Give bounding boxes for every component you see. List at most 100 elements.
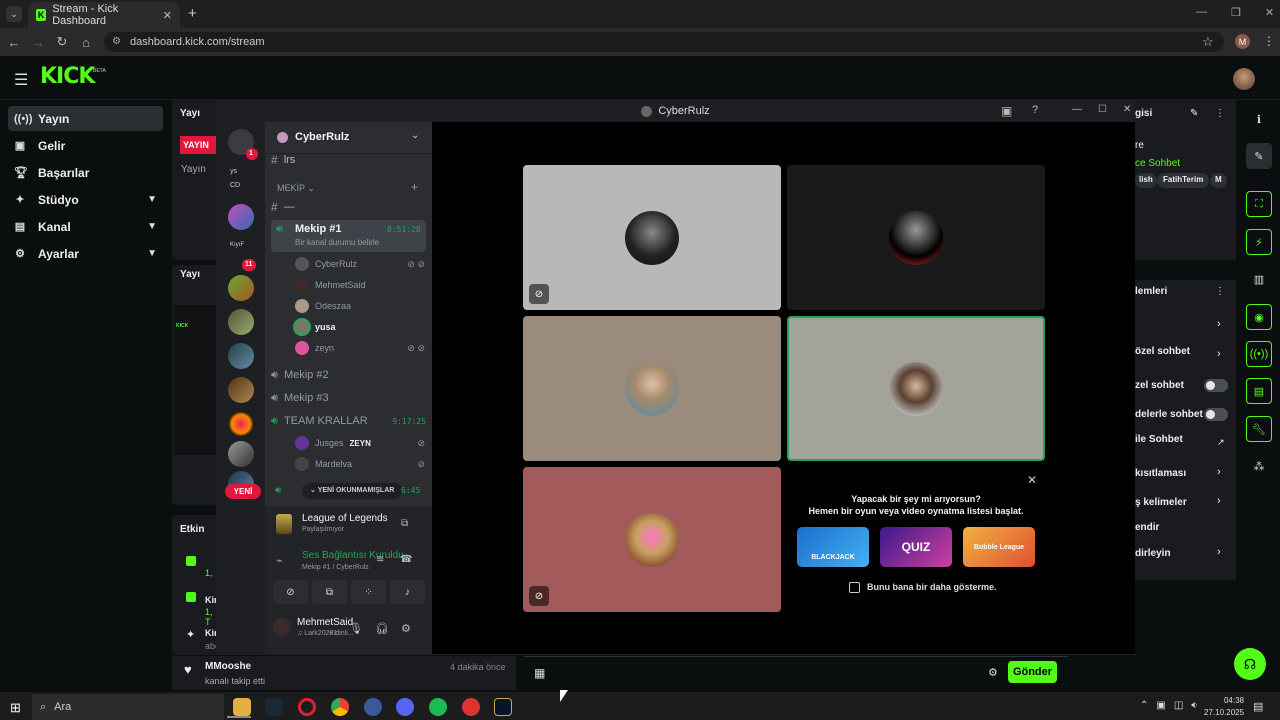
close-tab-icon[interactable]: ✕ bbox=[163, 9, 172, 22]
server-icon[interactable] bbox=[228, 441, 254, 467]
close-window-icon[interactable]: ✕ bbox=[1123, 104, 1131, 115]
server-icon[interactable] bbox=[228, 377, 254, 403]
dont-show-checkbox[interactable] bbox=[849, 582, 860, 593]
nav-item-channel[interactable]: ▤ Kanal ▼ bbox=[8, 214, 163, 239]
voice-user[interactable]: yusa bbox=[295, 317, 425, 337]
crop-icon[interactable]: ⛶ bbox=[1246, 191, 1272, 217]
nav-item-achievements[interactable]: 🏆︎ Başarılar bbox=[8, 160, 163, 185]
inbox-icon[interactable]: ▣ bbox=[1001, 104, 1012, 118]
noise-suppression-icon[interactable]: ≋ bbox=[376, 554, 384, 565]
participant-tile[interactable]: ⊘ bbox=[523, 165, 781, 310]
participant-tile[interactable] bbox=[787, 165, 1045, 310]
user-avatar[interactable] bbox=[1233, 68, 1255, 90]
back-icon[interactable]: ← bbox=[4, 35, 24, 50]
category-header[interactable]: MEKİP ⌄ bbox=[277, 183, 315, 194]
forward-icon[interactable]: → bbox=[28, 35, 48, 50]
tag-chip[interactable]: M bbox=[1210, 173, 1227, 188]
game-card-quiz[interactable]: QUIZ bbox=[880, 527, 952, 567]
nav-item-studio[interactable]: ✦ Stüdyo ▼ bbox=[8, 187, 163, 212]
toggle-switch[interactable] bbox=[1204, 408, 1228, 421]
wrench-icon[interactable]: 🔧︎ bbox=[1246, 416, 1272, 442]
app-icon[interactable] bbox=[364, 698, 382, 716]
clipboard-icon[interactable]: ▥ bbox=[1246, 266, 1272, 292]
user-avatar[interactable] bbox=[273, 618, 291, 636]
tray-chevron-icon[interactable]: ⌃ bbox=[1140, 700, 1148, 711]
info-icon[interactable]: ℹ bbox=[1246, 106, 1272, 132]
external-link-icon[interactable]: ↗ bbox=[1217, 437, 1225, 448]
tag-chip[interactable]: FatihTerim bbox=[1157, 173, 1210, 188]
headphones-icon[interactable]: 🎧︎ bbox=[375, 622, 389, 635]
channel-status[interactable]: Bir kanal durumu belirle bbox=[295, 238, 379, 247]
volume-icon[interactable]: 🔉︎ bbox=[1191, 700, 1197, 711]
chrome-icon[interactable] bbox=[331, 698, 349, 716]
soundboard-button[interactable]: ♪ bbox=[390, 580, 425, 604]
share-screen-icon[interactable]: ⧉ bbox=[401, 518, 408, 529]
maximize-icon[interactable]: ☐ bbox=[1098, 104, 1107, 115]
more-icon[interactable]: ⋮ bbox=[1215, 108, 1225, 119]
profile-avatar[interactable]: M bbox=[1235, 34, 1250, 49]
server-icon[interactable] bbox=[228, 204, 254, 230]
chevron-right-icon[interactable]: › bbox=[1217, 495, 1221, 507]
chevron-right-icon[interactable]: › bbox=[1217, 466, 1221, 478]
broadcast-icon[interactable]: ((•)) bbox=[1246, 341, 1272, 367]
send-button[interactable]: Gönder bbox=[1008, 661, 1057, 683]
minimize-icon[interactable]: — bbox=[1072, 104, 1082, 115]
toggle-switch[interactable] bbox=[1204, 379, 1228, 392]
voice-channel-selected[interactable]: 🔊︎ Mekip #1 8:51:28 Bir kanal durumu bel… bbox=[271, 220, 426, 252]
kick-logo[interactable]: KICK bbox=[40, 64, 95, 89]
unread-pill[interactable]: ⌄ YENİ OKUNMAMIŞLAR bbox=[302, 483, 403, 499]
chat-bubble-icon[interactable]: ◉ bbox=[1246, 304, 1272, 330]
chat-settings-icon[interactable]: ⚙ bbox=[988, 666, 998, 679]
text-channel[interactable]: # lrs bbox=[271, 150, 426, 170]
browser-tab[interactable]: K Stream - Kick Dashboard ✕ bbox=[28, 2, 180, 28]
server-icon[interactable] bbox=[228, 343, 254, 369]
tray-app-icon[interactable]: ▣ bbox=[1156, 700, 1165, 711]
voice-user[interactable]: Odeszaa bbox=[295, 296, 425, 316]
voice-user[interactable]: MehmetSaid bbox=[295, 275, 425, 295]
chevron-right-icon[interactable]: › bbox=[1217, 318, 1221, 330]
bookmark-star-icon[interactable]: ☆ bbox=[1202, 34, 1214, 50]
emote-icon[interactable]: ▦ bbox=[534, 666, 545, 680]
spotify-icon[interactable] bbox=[429, 698, 447, 716]
help-icon[interactable]: ? bbox=[1032, 104, 1038, 116]
hamburger-menu-icon[interactable]: ☰ bbox=[14, 70, 28, 90]
site-info-icon[interactable]: ⚙ bbox=[112, 36, 121, 47]
voice-channel[interactable]: 🔊︎ Mekip #2 bbox=[271, 365, 426, 385]
tab-list-icon[interactable]: ⌄ bbox=[6, 6, 22, 22]
server-icon[interactable] bbox=[228, 309, 254, 335]
voice-user[interactable]: Mardelva ⊘ bbox=[295, 454, 425, 474]
text-channel[interactable]: # — bbox=[271, 197, 426, 217]
new-tab-icon[interactable]: + bbox=[188, 5, 197, 22]
voice-channel[interactable]: 🔊︎ Mekip #3 bbox=[271, 388, 426, 408]
add-channel-icon[interactable]: + bbox=[411, 180, 418, 194]
edit-icon[interactable]: ✎ bbox=[1190, 108, 1198, 119]
chevron-right-icon[interactable]: › bbox=[1217, 348, 1221, 360]
network-icon[interactable]: ◫ bbox=[1174, 700, 1183, 711]
notification-center-icon[interactable]: ▤ bbox=[1253, 700, 1263, 713]
reload-icon[interactable]: ↻ bbox=[52, 34, 72, 50]
server-icon[interactable] bbox=[228, 275, 254, 301]
voice-user[interactable]: Jusges ZEYN ⊘ bbox=[295, 433, 425, 453]
camera-off-button[interactable]: ⊘ bbox=[273, 580, 308, 604]
microphone-icon[interactable]: 🎙︎ bbox=[349, 622, 363, 635]
close-prompt-icon[interactable]: ✕ bbox=[1027, 473, 1037, 487]
server-icon[interactable] bbox=[228, 411, 254, 437]
lightning-icon[interactable]: ⚡︎ bbox=[1246, 229, 1272, 255]
help-chat-button[interactable]: ☊ bbox=[1234, 648, 1266, 680]
new-badge[interactable]: YENİ bbox=[225, 484, 261, 499]
home-icon[interactable]: ⌂ bbox=[76, 35, 96, 50]
activities-button[interactable]: ⁘ bbox=[351, 580, 386, 604]
nav-item-revenue[interactable]: ▣ Gelir bbox=[8, 133, 163, 158]
screen-share-button[interactable]: ⧉ bbox=[312, 580, 347, 604]
file-explorer-icon[interactable] bbox=[233, 698, 251, 716]
taskbar-search[interactable]: ⌕ Ara bbox=[32, 694, 224, 720]
chat-input-bar[interactable]: ▦ ⚙ Gönder bbox=[524, 656, 1068, 690]
nav-item-stream[interactable]: ((•)) Yayın bbox=[8, 106, 163, 131]
layout-icon[interactable]: ▤ bbox=[1246, 378, 1272, 404]
clock[interactable]: 04:38 27.10.2025 bbox=[1204, 695, 1244, 719]
pencil-icon[interactable]: ✎ bbox=[1246, 143, 1272, 169]
voice-user[interactable]: zeyn ⊘ ⊘ bbox=[295, 338, 425, 358]
restore-icon[interactable]: ❐ bbox=[1231, 6, 1241, 19]
riot-client-icon[interactable] bbox=[462, 698, 480, 716]
nav-item-settings[interactable]: ⚙ Ayarlar ▼ bbox=[8, 241, 163, 266]
